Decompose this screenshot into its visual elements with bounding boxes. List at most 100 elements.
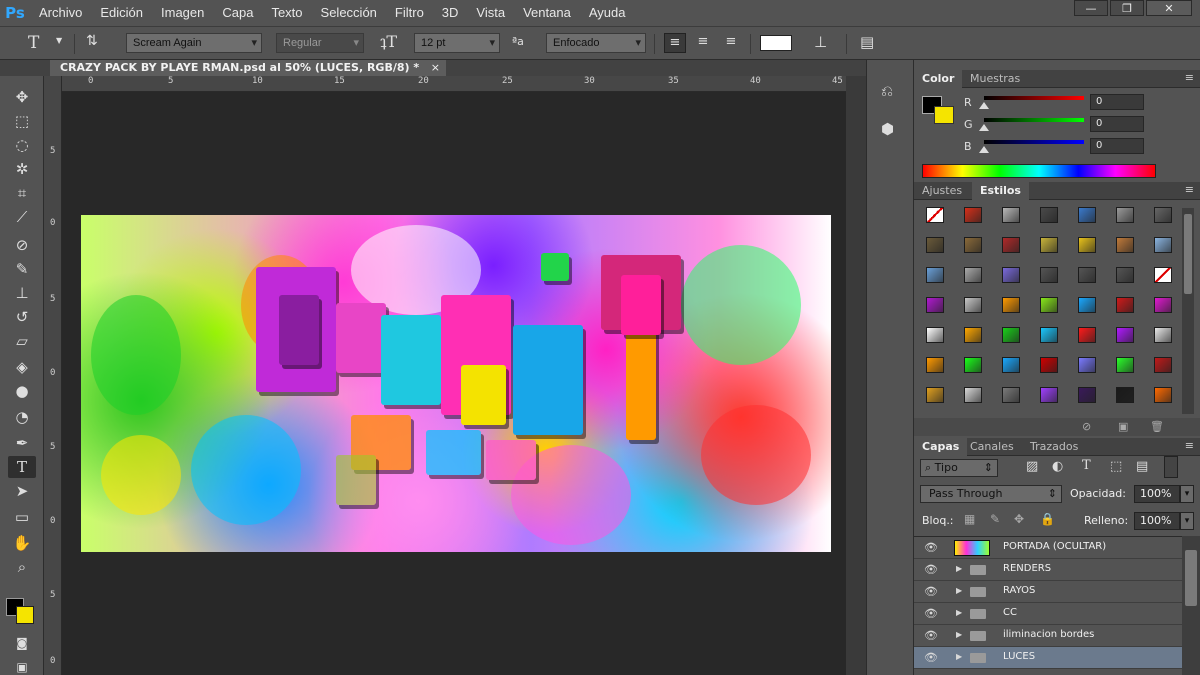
- layer-row[interactable]: 👁 ▶ iliminacion bordes: [914, 625, 1182, 647]
- style-swatch[interactable]: [1108, 262, 1142, 288]
- style-swatch[interactable]: [1146, 262, 1180, 288]
- rectangle-tool-icon[interactable]: ▭: [8, 506, 36, 528]
- filter-pixel-icon[interactable]: ▨: [1026, 459, 1038, 474]
- style-swatch[interactable]: [918, 352, 952, 378]
- text-tool-preset-icon[interactable]: T: [28, 33, 39, 53]
- canvas-scrollbar[interactable]: [846, 76, 866, 675]
- paint-bucket-tool-icon[interactable]: ◈: [8, 356, 36, 378]
- pen-tool-icon[interactable]: ✒: [8, 432, 36, 454]
- layer-row[interactable]: 👁 ▶ LUCES: [914, 647, 1182, 669]
- tab-muestras[interactable]: Muestras: [962, 70, 1028, 88]
- style-swatch[interactable]: [1108, 352, 1142, 378]
- layers-scrollbar[interactable]: [1182, 536, 1200, 675]
- style-swatch[interactable]: [918, 382, 952, 408]
- tab-ajustes[interactable]: Ajustes: [914, 182, 970, 200]
- style-swatch[interactable]: [1032, 232, 1066, 258]
- visibility-eye-icon[interactable]: 👁: [924, 607, 938, 620]
- panel-menu-icon[interactable]: ≡: [1185, 439, 1194, 452]
- style-swatch[interactable]: [994, 382, 1028, 408]
- filter-toggle-switch[interactable]: [1164, 456, 1178, 478]
- zoom-tool-icon[interactable]: ⌕: [8, 556, 36, 578]
- green-value-input[interactable]: 0: [1090, 116, 1144, 132]
- style-swatch[interactable]: [1146, 322, 1180, 348]
- style-swatch[interactable]: [918, 232, 952, 258]
- style-swatch[interactable]: [1108, 232, 1142, 258]
- delete-style-icon[interactable]: 🗑: [1150, 420, 1164, 433]
- clone-stamp-tool-icon[interactable]: ⊥: [8, 282, 36, 304]
- path-selection-tool-icon[interactable]: ➤: [8, 480, 36, 502]
- style-swatch[interactable]: [956, 292, 990, 318]
- style-swatch[interactable]: [1070, 262, 1104, 288]
- blue-slider-thumb[interactable]: [979, 146, 989, 153]
- lasso-tool-icon[interactable]: ◌: [8, 134, 36, 156]
- green-slider-thumb[interactable]: [979, 124, 989, 131]
- antialias-select[interactable]: Enfocado ▾: [546, 33, 646, 53]
- font-family-select[interactable]: Scream Again ▾: [126, 33, 262, 53]
- style-swatch[interactable]: [1146, 292, 1180, 318]
- eraser-tool-icon[interactable]: ▱: [8, 330, 36, 352]
- style-swatch[interactable]: [956, 352, 990, 378]
- menu-vista[interactable]: Vista: [467, 0, 514, 26]
- color-spectrum-ramp[interactable]: [922, 164, 1156, 178]
- red-value-input[interactable]: 0: [1090, 94, 1144, 110]
- menu-3d[interactable]: 3D: [433, 0, 468, 26]
- lock-transparency-icon[interactable]: ▦: [964, 512, 975, 526]
- expand-triangle-icon[interactable]: ▶: [956, 608, 962, 617]
- panel-menu-icon[interactable]: ≡: [1185, 71, 1194, 84]
- filter-adjustment-icon[interactable]: ◐: [1052, 459, 1063, 474]
- expand-triangle-icon[interactable]: ▶: [956, 564, 962, 573]
- tab-color[interactable]: Color: [914, 70, 963, 88]
- font-style-select[interactable]: Regular ▾: [276, 33, 364, 53]
- fill-input[interactable]: 100%: [1134, 512, 1180, 530]
- layer-filter-select[interactable]: ⌕ Tipo ⇕: [920, 459, 998, 477]
- eyedropper-tool-icon[interactable]: ⟋: [8, 206, 36, 228]
- menu-imagen[interactable]: Imagen: [152, 0, 213, 26]
- expand-triangle-icon[interactable]: ▶: [956, 652, 962, 661]
- styles-scrollbar[interactable]: [1182, 208, 1194, 414]
- style-swatch[interactable]: [994, 322, 1028, 348]
- layer-row[interactable]: 👁 ▶ RENDERS: [914, 559, 1182, 581]
- style-swatch[interactable]: [1070, 382, 1104, 408]
- menu-seleccion[interactable]: Selección: [312, 0, 386, 26]
- layer-row[interactable]: 👁 PORTADA (OCULTAR): [914, 537, 1182, 559]
- blue-value-input[interactable]: 0: [1090, 138, 1144, 154]
- styles-scrollbar-thumb[interactable]: [1184, 214, 1192, 294]
- font-size-select[interactable]: 12 pt ▾: [414, 33, 500, 53]
- hand-tool-icon[interactable]: ✋: [8, 532, 36, 554]
- align-left-icon[interactable]: ≡: [664, 33, 686, 53]
- style-swatch[interactable]: [918, 262, 952, 288]
- style-swatch[interactable]: [1108, 292, 1142, 318]
- style-swatch[interactable]: [956, 382, 990, 408]
- blur-tool-icon[interactable]: ●: [8, 380, 36, 402]
- healing-brush-tool-icon[interactable]: ⊘: [8, 234, 36, 256]
- style-swatch[interactable]: [956, 262, 990, 288]
- 3d-panel-icon[interactable]: ⬢: [881, 120, 894, 138]
- layer-row[interactable]: 👁 ▶ CC: [914, 603, 1182, 625]
- style-swatch[interactable]: [1070, 202, 1104, 228]
- brush-tool-icon[interactable]: ✎: [8, 258, 36, 280]
- lock-all-icon[interactable]: 🔒: [1040, 512, 1055, 526]
- panel-menu-icon[interactable]: ≡: [1185, 183, 1194, 196]
- filter-shape-icon[interactable]: ⬚: [1110, 459, 1122, 474]
- style-swatch[interactable]: [994, 202, 1028, 228]
- expand-triangle-icon[interactable]: ▶: [956, 630, 962, 639]
- filter-type-icon[interactable]: T: [1082, 458, 1091, 473]
- new-style-icon[interactable]: ▣: [1118, 420, 1128, 433]
- layers-scrollbar-thumb[interactable]: [1185, 550, 1197, 606]
- text-color-swatch[interactable]: [760, 35, 792, 51]
- style-swatch[interactable]: [994, 232, 1028, 258]
- menu-capa[interactable]: Capa: [213, 0, 262, 26]
- visibility-eye-icon[interactable]: 👁: [924, 541, 938, 554]
- close-tab-icon[interactable]: ×: [431, 60, 440, 76]
- type-tool-icon[interactable]: T: [8, 456, 36, 478]
- opacity-dropdown-icon[interactable]: ▾: [1180, 485, 1194, 503]
- red-slider[interactable]: [984, 96, 1084, 100]
- style-swatch[interactable]: [1070, 352, 1104, 378]
- style-swatch[interactable]: [1146, 232, 1180, 258]
- menu-texto[interactable]: Texto: [262, 0, 311, 26]
- style-swatch[interactable]: [994, 262, 1028, 288]
- style-swatch[interactable]: [1146, 352, 1180, 378]
- style-swatch[interactable]: [994, 352, 1028, 378]
- text-orientation-icon[interactable]: ⇅: [86, 33, 98, 49]
- move-tool-icon[interactable]: ✥: [8, 86, 36, 108]
